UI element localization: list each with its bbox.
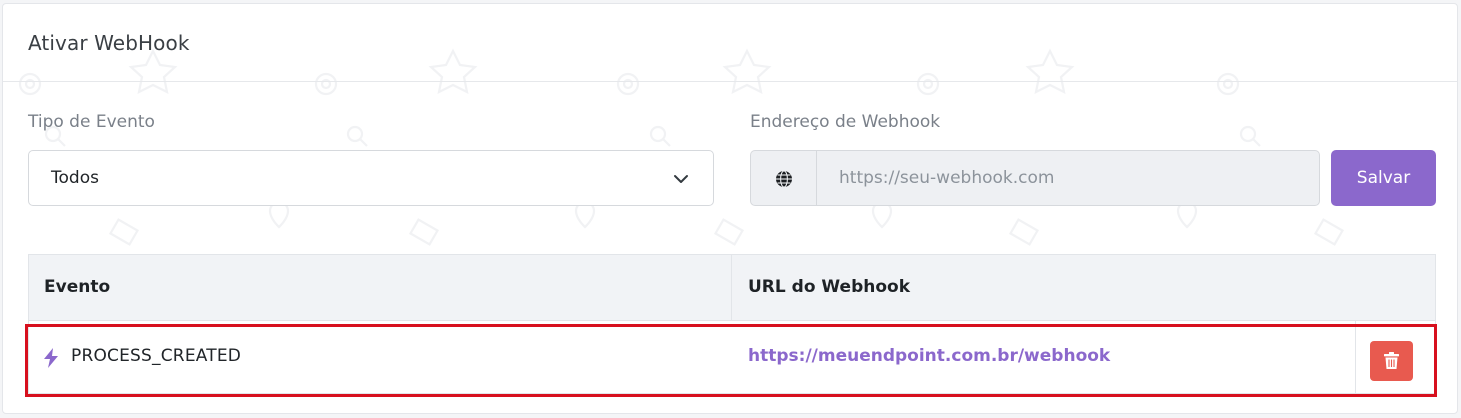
trash-icon (1384, 352, 1399, 369)
event-type-select[interactable]: Todos (28, 150, 714, 206)
webhook-url-link[interactable]: https://meuendpoint.com.br/webhook (748, 346, 1110, 366)
actions-divider (1355, 321, 1356, 393)
webhook-address-label: Endereço de Webhook (750, 112, 941, 132)
column-header-url: URL do Webhook (748, 277, 911, 297)
event-type-selected-value: Todos (51, 168, 99, 188)
webhooks-table: Evento URL do Webhook PROCESS_CREATED ht… (28, 254, 1436, 395)
webhook-card: Ativar WebHook Tipo de Evento Todos Ende… (2, 3, 1458, 414)
event-name: PROCESS_CREATED (71, 346, 242, 366)
webhook-url-input[interactable] (816, 150, 1320, 206)
column-header-event: Evento (44, 277, 111, 297)
bolt-icon (44, 348, 58, 368)
envelope-doodle-icon (108, 218, 1345, 246)
save-button[interactable]: Salvar (1331, 150, 1436, 206)
table-header: Evento URL do Webhook (29, 255, 1435, 321)
globe-icon (776, 170, 792, 188)
delete-webhook-button[interactable] (1370, 341, 1413, 381)
webhook-address-prepend (750, 150, 816, 206)
magnifier-doodle-icon (44, 125, 1261, 147)
card-header: Ativar WebHook (3, 4, 1457, 82)
chevron-down-icon (674, 175, 688, 183)
webhook-address-input-group (750, 150, 1320, 206)
table-row: PROCESS_CREATED https://meuendpoint.com.… (29, 321, 1435, 393)
event-type-label: Tipo de Evento (28, 112, 155, 132)
card-title: Ativar WebHook (28, 31, 190, 55)
